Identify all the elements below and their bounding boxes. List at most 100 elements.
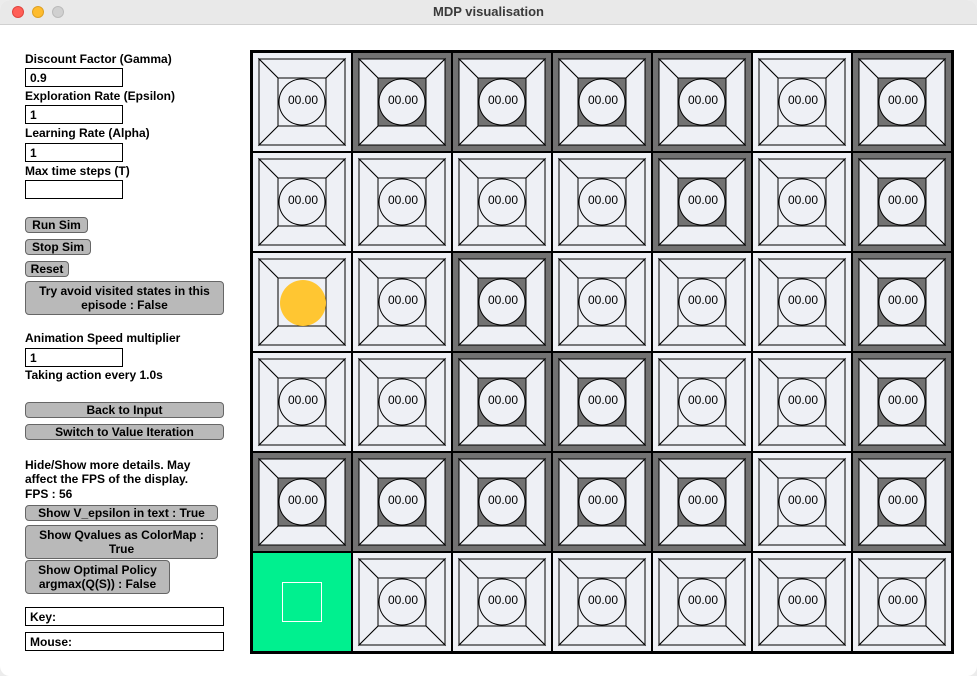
state-value-text: 00.00 xyxy=(287,493,319,507)
state-value-text: 00.00 xyxy=(487,493,519,507)
goal-marker xyxy=(282,582,322,622)
details-text-line1: Hide/Show more details. May xyxy=(25,458,191,472)
grid-cell[interactable]: 00.00 xyxy=(352,252,452,352)
state-value-text: 00.00 xyxy=(287,193,319,207)
grid-cell[interactable]: 00.00 xyxy=(552,252,652,352)
grid-cell[interactable]: 00.00 xyxy=(452,452,552,552)
grid-cell[interactable]: 00.00 xyxy=(652,252,752,352)
state-value-text: 00.00 xyxy=(887,193,919,207)
state-value-text: 00.00 xyxy=(687,193,719,207)
fps-readout: FPS : 56 xyxy=(25,487,73,501)
grid-cell[interactable]: 00.00 xyxy=(352,552,452,652)
key-status-field: Key: xyxy=(25,607,224,626)
grid-cell[interactable]: 00.00 xyxy=(552,52,652,152)
state-value-text: 00.00 xyxy=(787,393,819,407)
state-value-text: 00.00 xyxy=(487,593,519,607)
animation-speed-input[interactable]: 1 xyxy=(25,348,123,367)
grid-cell[interactable]: 00.00 xyxy=(652,352,752,452)
state-value-text: 00.00 xyxy=(587,493,619,507)
state-value-text: 00.00 xyxy=(387,593,419,607)
grid-cell[interactable]: 00.00 xyxy=(652,552,752,652)
show-v-epsilon-toggle[interactable]: Show V_epsilon in text : True xyxy=(25,505,218,521)
state-value-text: 00.00 xyxy=(487,93,519,107)
epsilon-label: Exploration Rate (Epsilon) xyxy=(25,89,176,103)
grid-cell[interactable]: 00.00 xyxy=(652,452,752,552)
state-value-text: 00.00 xyxy=(587,593,619,607)
window-title: MDP visualisation xyxy=(432,4,544,19)
epsilon-input[interactable]: 1 xyxy=(25,105,123,124)
grid-cell[interactable]: 00.00 xyxy=(652,152,752,252)
state-value-text: 00.00 xyxy=(387,193,419,207)
grid-cell[interactable]: 00.00 xyxy=(752,452,852,552)
grid-cell[interactable] xyxy=(252,252,352,352)
grid-cell[interactable]: 00.00 xyxy=(352,52,452,152)
grid-cell[interactable]: 00.00 xyxy=(852,452,952,552)
state-value-text: 00.00 xyxy=(687,393,719,407)
mouse-status-field: Mouse: xyxy=(25,632,224,651)
agent-marker xyxy=(280,280,326,326)
grid-cell[interactable]: 00.00 xyxy=(752,252,852,352)
grid-cell[interactable]: 00.00 xyxy=(852,252,952,352)
stop-sim-button[interactable]: Stop Sim xyxy=(25,239,91,255)
run-sim-button[interactable]: Run Sim xyxy=(25,217,88,233)
state-value-text: 00.00 xyxy=(587,293,619,307)
state-value-text: 00.00 xyxy=(687,293,719,307)
show-optimal-policy-toggle[interactable]: Show Optimal Policy argmax(Q(S)) : False xyxy=(25,560,170,594)
grid-cell[interactable]: 00.00 xyxy=(552,352,652,452)
grid-cell[interactable]: 00.00 xyxy=(852,52,952,152)
reset-button[interactable]: Reset xyxy=(25,261,69,277)
grid-cell[interactable]: 00.00 xyxy=(652,52,752,152)
app-window: MDP visualisation Discount Factor (Gamma… xyxy=(0,0,977,676)
state-value-text: 00.00 xyxy=(887,293,919,307)
grid-cell[interactable]: 00.00 xyxy=(452,352,552,452)
grid-cell[interactable]: 00.00 xyxy=(352,452,452,552)
state-value-text: 00.00 xyxy=(887,393,919,407)
show-policy-line1: Show Optimal Policy xyxy=(38,563,157,577)
grid-cell[interactable]: 00.00 xyxy=(352,352,452,452)
alpha-input[interactable]: 1 xyxy=(25,143,123,162)
state-value-text: 00.00 xyxy=(587,193,619,207)
grid-cell[interactable]: 00.00 xyxy=(552,452,652,552)
gamma-label: Discount Factor (Gamma) xyxy=(25,52,172,66)
grid-cell[interactable]: 00.00 xyxy=(252,152,352,252)
grid-cell[interactable]: 00.00 xyxy=(452,152,552,252)
show-qvalues-colormap-toggle[interactable]: Show Qvalues as ColorMap : True xyxy=(25,525,218,559)
show-policy-line2: argmax(Q(S)) : False xyxy=(38,577,157,591)
back-to-input-button[interactable]: Back to Input xyxy=(25,402,224,418)
animation-speed-label: Animation Speed multiplier xyxy=(25,331,181,345)
grid-cell[interactable]: 00.00 xyxy=(752,52,852,152)
grid-cell[interactable]: 00.00 xyxy=(852,152,952,252)
grid-cell[interactable]: 00.00 xyxy=(752,552,852,652)
max-steps-input[interactable] xyxy=(25,180,123,199)
grid-cell[interactable]: 00.00 xyxy=(552,152,652,252)
state-value-text: 00.00 xyxy=(387,393,419,407)
avoid-visited-line1: Try avoid visited states in this xyxy=(39,284,210,298)
grid-cell[interactable]: 00.00 xyxy=(852,552,952,652)
state-value-text: 00.00 xyxy=(787,293,819,307)
state-value-text: 00.00 xyxy=(487,293,519,307)
goal-cell[interactable] xyxy=(252,552,352,652)
grid-cell[interactable]: 00.00 xyxy=(252,52,352,152)
gamma-input[interactable]: 0.9 xyxy=(25,68,123,87)
state-value-text: 00.00 xyxy=(787,493,819,507)
grid-cell[interactable]: 00.00 xyxy=(752,352,852,452)
switch-value-iteration-button[interactable]: Switch to Value Iteration xyxy=(25,424,224,440)
state-value-text: 00.00 xyxy=(787,93,819,107)
state-value-text: 00.00 xyxy=(887,593,919,607)
control-panel: Discount Factor (Gamma) 0.9 Exploration … xyxy=(0,25,245,676)
alpha-label: Learning Rate (Alpha) xyxy=(25,126,150,140)
show-qvalues-line2: True xyxy=(108,542,135,556)
grid-cell[interactable]: 00.00 xyxy=(252,452,352,552)
grid-cell[interactable]: 00.00 xyxy=(852,352,952,452)
state-grid: 00.00 00.00 00.00 00.00 00.00 00.00 00.00 00.00… xyxy=(252,52,952,652)
avoid-visited-toggle[interactable]: Try avoid visited states in this episode… xyxy=(25,281,224,315)
grid-cell[interactable]: 00.00 xyxy=(752,152,852,252)
grid-cell[interactable]: 00.00 xyxy=(252,352,352,452)
grid-cell[interactable]: 00.00 xyxy=(452,552,552,652)
grid-cell[interactable]: 00.00 xyxy=(452,52,552,152)
grid-cell[interactable]: 00.00 xyxy=(452,252,552,352)
show-qvalues-line1: Show Qvalues as ColorMap : xyxy=(39,528,204,542)
state-value-text: 00.00 xyxy=(387,93,419,107)
grid-cell[interactable]: 00.00 xyxy=(552,552,652,652)
grid-cell[interactable]: 00.00 xyxy=(352,152,452,252)
